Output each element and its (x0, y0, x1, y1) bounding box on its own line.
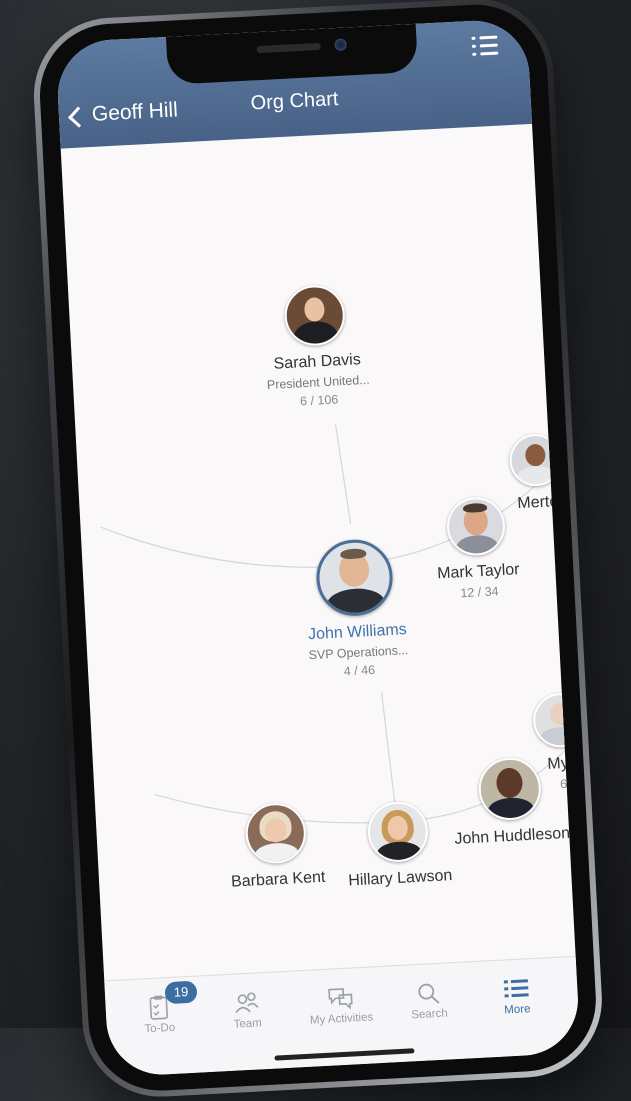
phone-screen: Geoff Hill Org Chart Sarah Davis Preside… (55, 18, 581, 1078)
tab-my-activities[interactable]: My Activities (295, 981, 387, 1028)
avatar (366, 800, 430, 864)
tab-label: To-Do (144, 1021, 176, 1036)
node-count: 6 (559, 776, 568, 792)
scene: Geoff Hill Org Chart Sarah Davis Preside… (0, 0, 631, 1101)
phone-frame: Geoff Hill Org Chart Sarah Davis Preside… (30, 0, 606, 1101)
org-node[interactable]: Merto (474, 431, 580, 515)
page-title: Org Chart (250, 87, 339, 115)
tab-team[interactable]: Team (201, 986, 293, 1033)
search-icon (413, 978, 445, 1010)
front-camera (334, 38, 347, 52)
avatar (244, 801, 308, 865)
phone-bezel: Geoff Hill Org Chart Sarah Davis Preside… (36, 1, 600, 1095)
node-name: Merto (516, 493, 559, 513)
home-indicator[interactable] (274, 1048, 415, 1061)
clipboard-icon: 19 (143, 980, 198, 1024)
chat-bubbles-icon (325, 982, 357, 1014)
team-icon (231, 987, 263, 1019)
tab-search[interactable]: Search (383, 976, 475, 1023)
avatar (531, 691, 581, 749)
org-node[interactable]: Sarah Davis President United... 6 / 106 (228, 281, 404, 412)
speaker-grille (256, 42, 321, 54)
org-node[interactable]: Mya 6 (504, 690, 581, 794)
list-icon[interactable] (471, 35, 499, 59)
todo-count-badge: 19 (164, 980, 198, 1005)
node-name: Mya (546, 754, 579, 773)
tab-label: My Activities (309, 1011, 374, 1027)
tab-label: More (503, 1003, 531, 1017)
avatar (283, 283, 347, 348)
list-icon (501, 973, 533, 1005)
avatar (508, 432, 563, 488)
org-chart-canvas[interactable]: Sarah Davis President United... 6 / 106 … (61, 124, 581, 982)
tab-to-do[interactable]: 19 To-Do (113, 980, 205, 1037)
tab-label: Search (410, 1007, 448, 1022)
tab-label: Team (233, 1017, 263, 1031)
avatar (314, 537, 395, 618)
tab-more[interactable]: More (471, 972, 563, 1019)
